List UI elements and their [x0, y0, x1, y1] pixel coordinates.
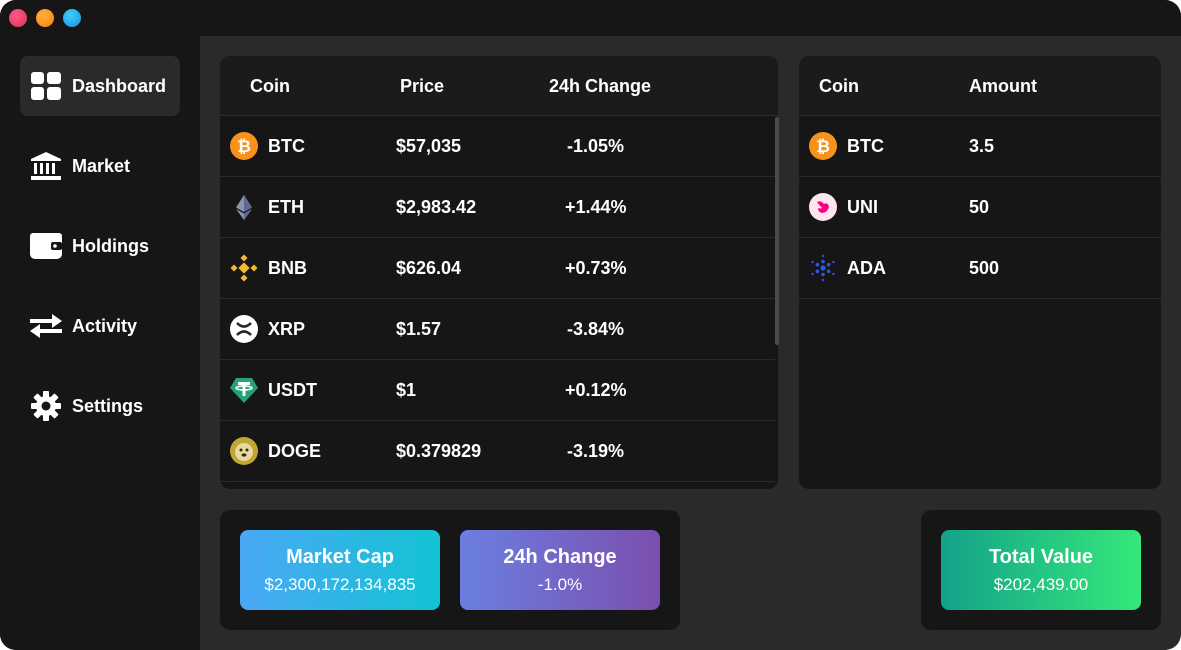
app-window: Dashboard Market Holdings Activity Setti…	[0, 0, 1181, 650]
portfolio-stats-panel: Total Value $202,439.00	[921, 510, 1161, 630]
sidebar-item-label: Settings	[72, 395, 144, 416]
sidebar-item-label: Holdings	[72, 235, 149, 256]
table-row[interactable]: ₿ BTC $57,035 -1.05%	[220, 116, 775, 177]
bitcoin-icon: ₿	[230, 132, 258, 160]
coin-price: $0.379829	[396, 441, 482, 461]
coin-price: $57,035	[396, 136, 462, 156]
tether-icon	[230, 376, 258, 404]
coin-symbol: BTC	[847, 136, 884, 156]
close-window-button[interactable]	[9, 9, 27, 27]
coin-amount: 50	[969, 197, 990, 217]
svg-text:₿: ₿	[816, 137, 830, 157]
coin-price: $626.04	[396, 258, 462, 278]
table-row[interactable]: ₿ BTC 3.5	[799, 116, 1161, 177]
minimize-window-button[interactable]	[36, 9, 54, 27]
column-header-amount[interactable]: Amount	[969, 76, 1037, 97]
bnb-icon	[230, 254, 258, 282]
market-cap-title: Market Cap	[286, 545, 394, 568]
holdings-table: Coin Amount ₿ BTC 3.5 UNI 50 ADA 500	[799, 56, 1161, 489]
change-24h-card: 24h Change -1.0%	[460, 530, 660, 610]
coin-amount: 500	[969, 258, 1000, 278]
sidebar-item-dashboard[interactable]: Dashboard	[20, 56, 180, 116]
market-table: Coin Price 24h Change ₿ BTC $57,035 -1.0…	[220, 56, 778, 489]
change-24h-title: 24h Change	[503, 545, 617, 568]
market-cap-value: $2,300,172,134,835	[264, 574, 416, 594]
xrp-icon	[230, 315, 258, 343]
cardano-icon	[809, 254, 837, 282]
market-cap-card: Market Cap $2,300,172,134,835	[240, 530, 440, 610]
sidebar-item-holdings[interactable]: Holdings	[20, 216, 180, 276]
coin-price: $1	[396, 380, 417, 400]
coin-amount: 3.5	[969, 136, 995, 156]
market-stats-panel: Market Cap $2,300,172,134,835 24h Change…	[220, 510, 680, 630]
sidebar-item-label: Dashboard	[72, 75, 167, 96]
coin-price: $2,983.42	[396, 197, 477, 217]
svg-text:₿: ₿	[237, 137, 251, 157]
change-24h-value: -1.0%	[537, 574, 583, 594]
sidebar-item-market[interactable]: Market	[20, 136, 180, 196]
column-header-change[interactable]: 24h Change	[549, 76, 651, 97]
table-row[interactable]: DOGE $0.379829 -3.19%	[220, 421, 775, 482]
coin-symbol: USDT	[268, 380, 317, 400]
wallet-icon	[30, 230, 62, 262]
market-table-scrollbar[interactable]	[775, 117, 779, 345]
coin-change: -3.19%	[567, 441, 625, 461]
swap-arrows-icon	[30, 310, 62, 342]
maximize-window-button[interactable]	[63, 9, 81, 27]
coin-change: -3.84%	[567, 319, 625, 339]
coin-symbol: BTC	[268, 136, 305, 156]
table-header: Coin Price 24h Change	[220, 56, 778, 116]
coin-symbol: DOGE	[268, 441, 322, 461]
sidebar-item-label: Market	[72, 155, 131, 176]
ethereum-icon	[230, 193, 258, 221]
dashboard-grid-icon	[30, 70, 62, 102]
coin-change: +0.12%	[565, 380, 627, 400]
dogecoin-icon	[230, 437, 258, 465]
coin-change: -1.05%	[567, 136, 625, 156]
bank-icon	[30, 150, 62, 182]
table-row[interactable]: BNB $626.04 +0.73%	[220, 238, 775, 299]
table-row[interactable]: UNI 50	[799, 177, 1161, 238]
sidebar-item-activity[interactable]: Activity	[20, 296, 180, 356]
coin-price: $1.57	[396, 319, 442, 339]
gear-icon	[30, 390, 62, 422]
column-header-price[interactable]: Price	[400, 76, 444, 97]
table-row[interactable]: ADA 500	[799, 238, 1161, 299]
table-row[interactable]: USDT $1 +0.12%	[220, 360, 775, 421]
coin-change: +1.44%	[565, 197, 627, 217]
sidebar-item-settings[interactable]: Settings	[20, 376, 180, 436]
table-row[interactable]: XRP $1.57 -3.84%	[220, 299, 775, 360]
title-bar	[0, 0, 1181, 36]
table-row[interactable]: ETH $2,983.42 +1.44%	[220, 177, 775, 238]
total-value-card: Total Value $202,439.00	[941, 530, 1141, 610]
coin-symbol: XRP	[268, 319, 306, 339]
total-value-title: Total Value	[988, 545, 1094, 568]
coin-symbol: BNB	[268, 258, 307, 278]
table-header: Coin Amount	[799, 56, 1161, 116]
coin-symbol: ADA	[847, 258, 886, 278]
coin-symbol: ETH	[268, 197, 304, 217]
total-value-value: $202,439.00	[993, 574, 1089, 594]
sidebar-item-label: Activity	[72, 315, 138, 336]
column-header-coin[interactable]: Coin	[250, 76, 290, 97]
sidebar: Dashboard Market Holdings Activity Setti…	[0, 36, 200, 650]
coin-symbol: UNI	[847, 197, 878, 217]
coin-change: +0.73%	[565, 258, 627, 278]
uniswap-icon	[809, 193, 837, 221]
column-header-coin[interactable]: Coin	[819, 76, 859, 97]
bitcoin-icon: ₿	[809, 132, 837, 160]
